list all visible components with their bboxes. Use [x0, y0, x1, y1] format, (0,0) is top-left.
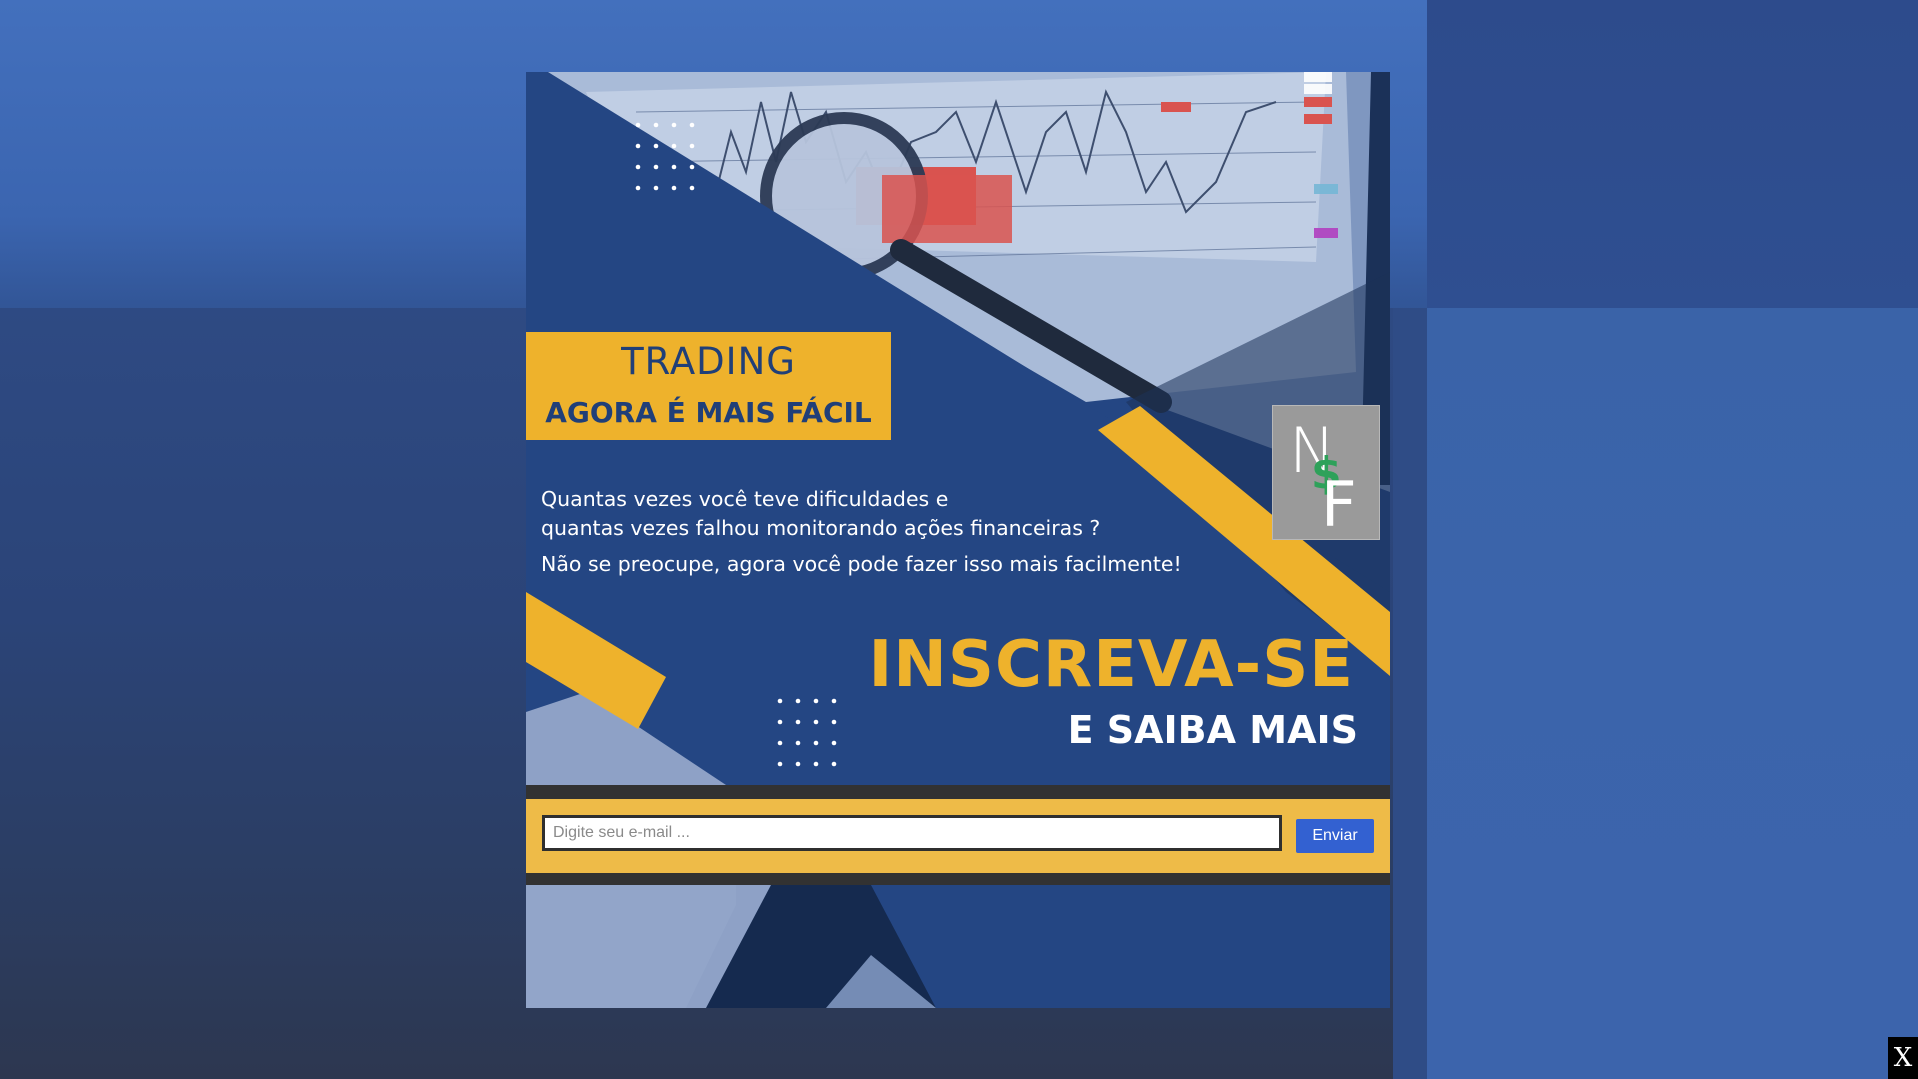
form-top-border — [526, 785, 1390, 799]
cta-title: INSCREVA-SE — [868, 628, 1354, 702]
body-copy-line-2: quantas vezes falhou monitorando ações f… — [541, 516, 1101, 540]
footer-artwork — [526, 885, 1390, 1008]
page-background-right-top — [1427, 0, 1918, 308]
brand-logo: N $ F — [1272, 405, 1380, 541]
submit-button[interactable]: Enviar — [1296, 819, 1374, 853]
headline-title: TRADING — [621, 340, 796, 383]
headline-subtitle: AGORA É MAIS FÁCIL — [545, 396, 872, 429]
cta-subtitle: E SAIBA MAIS — [1067, 708, 1358, 752]
logo-letter-f: F — [1321, 468, 1357, 541]
page-background-right-bottom — [1427, 308, 1918, 1079]
page-background-strip — [1393, 308, 1427, 1079]
close-button[interactable]: X — [1888, 1037, 1918, 1079]
email-input[interactable] — [542, 815, 1282, 851]
form-bottom-border — [526, 873, 1390, 885]
body-copy-line-1: Quantas vezes você teve dificuldades e — [541, 487, 949, 511]
promo-banner: TRADING AGORA É MAIS FÁCIL Quantas vezes… — [526, 72, 1390, 785]
newsletter-popup: TRADING AGORA É MAIS FÁCIL Quantas vezes… — [526, 72, 1390, 1008]
body-copy-line-3: Não se preocupe, agora você pode fazer i… — [541, 552, 1182, 576]
footer-shapes — [526, 885, 936, 1008]
